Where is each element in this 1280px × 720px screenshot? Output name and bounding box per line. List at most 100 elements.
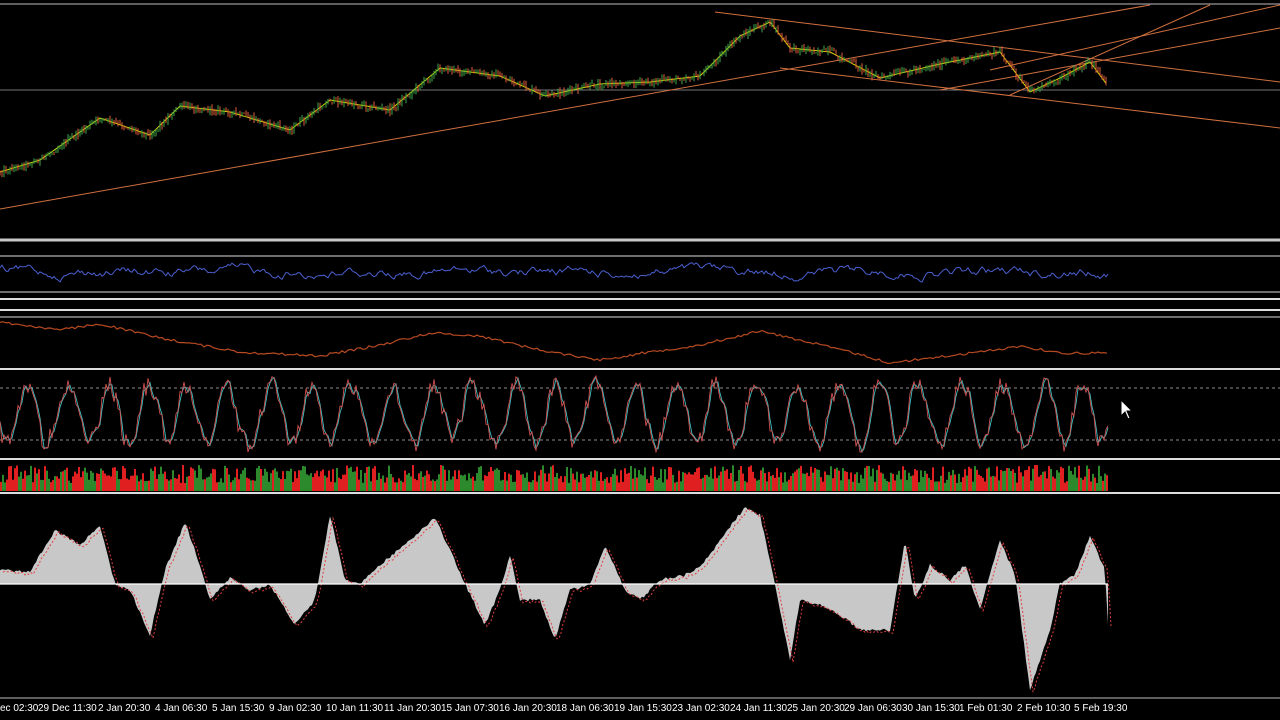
volume-bar xyxy=(954,474,956,491)
volume-bar xyxy=(1062,468,1064,491)
volume-bar xyxy=(158,474,160,491)
volume-bar xyxy=(816,469,818,491)
volume-bar xyxy=(724,470,726,491)
volume-bar xyxy=(286,470,288,491)
volume-bar xyxy=(536,481,538,491)
volume-bar xyxy=(590,471,592,491)
volume-bar xyxy=(526,472,528,491)
volume-bar xyxy=(982,477,984,491)
volume-bar xyxy=(566,467,568,491)
volume-bar xyxy=(568,482,570,491)
volume-bar xyxy=(912,475,914,491)
volume-bar xyxy=(1088,468,1090,491)
time-axis-label: 10 Jan 11:30 xyxy=(326,703,384,714)
volume-bar xyxy=(140,479,142,491)
volume-bar xyxy=(382,475,384,491)
volume-bar xyxy=(834,468,836,491)
volume-bar xyxy=(564,476,566,491)
time-axis-label: 9 Jan 02:30 xyxy=(269,703,322,714)
volume-bar xyxy=(1036,465,1038,491)
volume-bar xyxy=(226,468,228,491)
volume-bar xyxy=(624,468,626,491)
volume-bar xyxy=(310,473,312,491)
volume-bar xyxy=(270,473,272,491)
volume-bar xyxy=(616,475,618,491)
volume-bar xyxy=(878,465,880,491)
volume-bar xyxy=(884,478,886,491)
volume-bar xyxy=(1044,471,1046,491)
volume-bar xyxy=(2,474,4,491)
volume-bar xyxy=(996,466,998,491)
volume-bar xyxy=(768,471,770,491)
volume-bar xyxy=(246,477,248,491)
volume-bar xyxy=(200,468,202,491)
volume-bar xyxy=(892,473,894,491)
volume-bar xyxy=(806,472,808,491)
volume-bar xyxy=(76,473,78,491)
volume-bar xyxy=(484,475,486,491)
volume-bar xyxy=(894,480,896,491)
volume-bar xyxy=(858,482,860,491)
volume-bar xyxy=(218,481,220,491)
volume-bar xyxy=(444,469,446,491)
volume-bar xyxy=(1020,472,1022,491)
volume-bar xyxy=(1082,479,1084,491)
volume-bar xyxy=(34,467,36,491)
volume-bar xyxy=(574,479,576,491)
volume-bar xyxy=(832,478,834,491)
volume-bar xyxy=(216,482,218,491)
volume-bar xyxy=(188,475,190,491)
volume-bar xyxy=(422,476,424,491)
volume-bar xyxy=(20,471,22,491)
volume-bar xyxy=(82,471,84,491)
volume-bar xyxy=(122,465,124,491)
volume-bar xyxy=(550,466,552,491)
volume-bar xyxy=(926,473,928,491)
volume-bar xyxy=(814,468,816,491)
volume-bar xyxy=(346,465,348,491)
volume-bar xyxy=(696,468,698,491)
volume-bar xyxy=(736,480,738,491)
volume-bar xyxy=(870,476,872,491)
volume-bar xyxy=(78,466,80,491)
volume-bar xyxy=(370,481,372,491)
volume-bar xyxy=(1058,472,1060,491)
volume-bar xyxy=(744,481,746,491)
volume-bar xyxy=(442,465,444,491)
volume-bar xyxy=(466,480,468,491)
volume-bar xyxy=(1068,465,1070,491)
volume-bar xyxy=(134,469,136,491)
volume-bar xyxy=(448,470,450,491)
volume-bar xyxy=(156,479,158,491)
volume-bar xyxy=(508,473,510,491)
volume-bar xyxy=(426,470,428,491)
volume-bar xyxy=(376,479,378,491)
volume-bar xyxy=(338,477,340,491)
volume-bar xyxy=(0,481,2,491)
volume-bar xyxy=(900,479,902,491)
volume-bar xyxy=(658,478,660,491)
volume-bar xyxy=(854,474,856,491)
volume-bar xyxy=(154,466,156,491)
volume-bar xyxy=(98,473,100,491)
volume-bar xyxy=(850,472,852,491)
time-axis-label: 24 Jan 11:30 xyxy=(730,703,788,714)
volume-bar xyxy=(194,470,196,491)
volume-bar xyxy=(102,470,104,491)
volume-bar xyxy=(1000,469,1002,491)
volume-bar xyxy=(708,476,710,491)
volume-bar xyxy=(822,481,824,491)
volume-bar xyxy=(1074,467,1076,491)
chart-canvas[interactable] xyxy=(0,0,1280,720)
volume-bar xyxy=(610,476,612,491)
volume-bar xyxy=(672,474,674,491)
volume-bar xyxy=(722,466,724,491)
volume-bar xyxy=(920,470,922,491)
volume-bar xyxy=(648,482,650,491)
volume-bar xyxy=(142,473,144,491)
volume-bar xyxy=(94,481,96,491)
volume-bar xyxy=(280,479,282,491)
volume-bar xyxy=(716,477,718,491)
volume-bar xyxy=(628,472,630,491)
time-axis-label: 30 Jan 15:30 xyxy=(902,703,960,714)
